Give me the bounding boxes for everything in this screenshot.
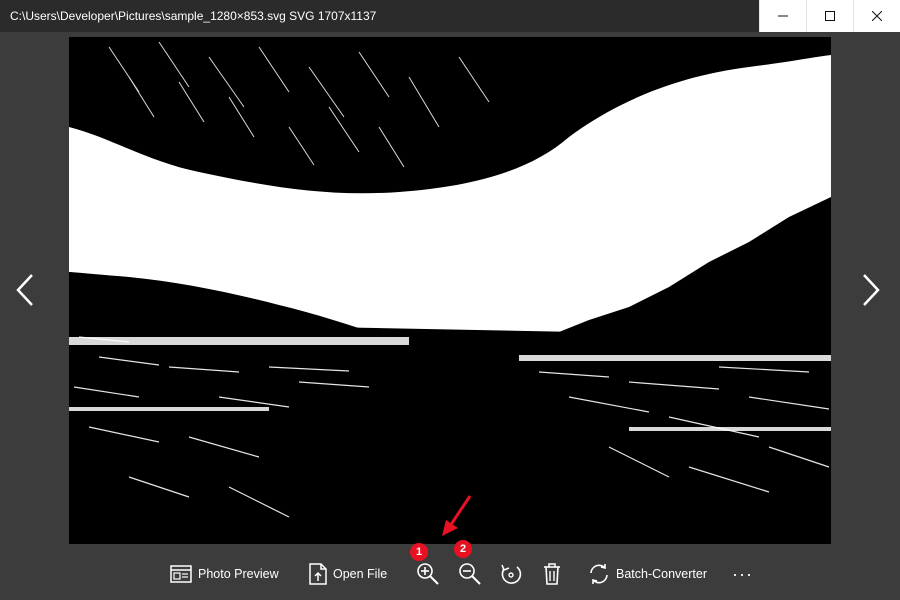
previous-image-button[interactable]: [10, 270, 40, 310]
annotation-arrow-icon: [442, 495, 472, 536]
chevron-right-icon: [863, 274, 880, 306]
batch-converter-button[interactable]: Batch-Converter: [588, 562, 707, 586]
window-title: C:\Users\Developer\Pictures\sample_1280×…: [10, 9, 377, 23]
title-bar: C:\Users\Developer\Pictures\sample_1280×…: [0, 0, 900, 32]
rotate-icon: [501, 564, 522, 584]
photo-preview-icon: [170, 565, 192, 583]
chevron-left-icon: [16, 274, 33, 306]
photo-preview-button[interactable]: Photo Preview: [170, 562, 279, 586]
close-icon: [872, 11, 882, 21]
more-options-icon: ···: [732, 563, 753, 584]
displayed-photo: [69, 37, 831, 544]
annotation-badge-1: 1: [410, 543, 428, 561]
more-options-button[interactable]: ···: [732, 562, 753, 586]
zoom-in-button[interactable]: [416, 562, 440, 586]
zoom-out-icon: [459, 563, 481, 585]
open-file-icon: [309, 563, 327, 585]
zoom-out-button[interactable]: [458, 562, 482, 586]
rotate-button[interactable]: [500, 562, 522, 586]
batch-converter-label: Batch-Converter: [616, 567, 708, 581]
delete-button[interactable]: [542, 562, 562, 586]
next-image-button[interactable]: [856, 270, 886, 310]
maximize-icon: [825, 11, 835, 21]
window-controls: [759, 0, 900, 32]
zoom-in-icon: [417, 563, 439, 585]
refresh-icon: [590, 564, 608, 584]
annotation-badge-2: 2: [454, 540, 472, 558]
image-viewer: [69, 37, 831, 544]
open-file-label: Open File: [333, 567, 388, 581]
photo-preview-label: Photo Preview: [198, 567, 279, 581]
minimize-button[interactable]: [759, 0, 806, 32]
minimize-icon: [778, 15, 788, 17]
close-button[interactable]: [853, 0, 900, 32]
bottom-toolbar: Photo Preview Open File Batch-Converter …: [0, 548, 900, 600]
trash-icon: [544, 563, 560, 585]
open-file-button[interactable]: Open File: [309, 562, 387, 586]
maximize-button[interactable]: [806, 0, 853, 32]
